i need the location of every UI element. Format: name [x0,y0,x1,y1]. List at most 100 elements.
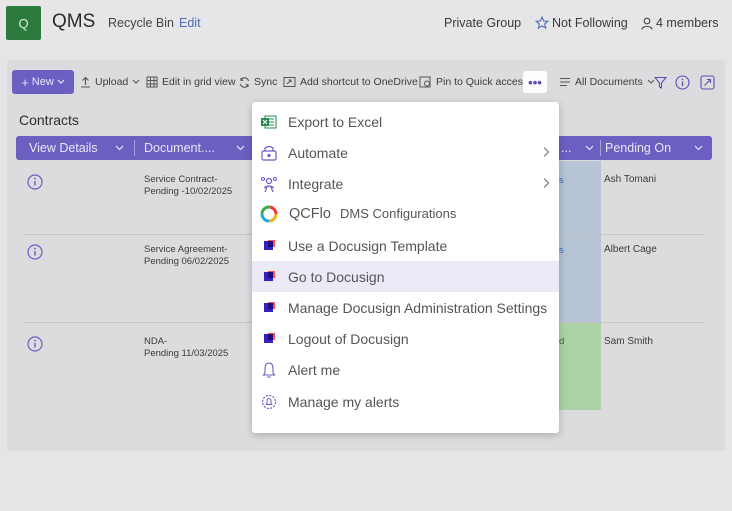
site-title[interactable]: QMS [52,11,95,33]
chevron-down-icon[interactable] [694,145,703,151]
shortcut-icon [283,77,296,87]
expand-icon[interactable] [700,75,715,90]
menu-item-label: Alert me [288,361,341,378]
more-actions-button[interactable]: ••• [523,71,547,93]
menu-item-automate[interactable]: Automate [252,137,559,168]
docusign-icon [264,271,275,281]
upload-button[interactable]: Upload [80,76,140,88]
document-line: Pending 11/03/2025 [144,348,229,359]
column-separator [134,140,135,156]
column-view-details[interactable]: View Details [29,141,98,155]
edit-grid-button[interactable]: Edit in grid view [146,76,236,88]
menu-item-dms-configurations[interactable]: QCFlo DMS Configurations [252,198,559,229]
menu-item-label: Automate [288,144,348,161]
info-icon[interactable] [27,336,43,352]
column-document[interactable]: Document.... [144,141,215,155]
status-text: s [559,245,564,256]
command-bar: + New Upload Edit in grid view Sync Add … [7,70,725,96]
pending-on-value: Ash Tomani [604,174,657,185]
document-line: Pending 06/02/2025 [144,256,230,267]
menu-item-label: Logout of Docusign [288,330,409,347]
sync-label: Sync [254,76,278,88]
members-label: 4 members [656,16,719,30]
pending-on-value: Albert Cage [604,244,657,255]
qcflo-icon [260,205,278,223]
private-group-label: Private Group [444,16,521,30]
document-name[interactable]: Service Agreement- Pending 06/02/2025 [144,244,229,268]
menu-item-manage-alerts[interactable]: Manage my alerts [252,386,559,417]
sync-button[interactable]: Sync [239,76,277,88]
pin-quick-access-button[interactable]: Pin to Quick access [419,76,528,88]
menu-item-label: Integrate [288,175,344,192]
document-name[interactable]: NDA- Pending 11/03/2025 [144,336,228,360]
recycle-bin-link[interactable]: Recycle Bin [108,16,174,30]
column-separator [600,140,601,156]
bell-icon [262,362,276,378]
upload-icon [81,76,90,88]
gear-bell-icon [261,394,277,410]
docusign-icon [264,333,275,343]
qcflo-brand: QCFlo [289,205,331,222]
add-shortcut-label: Add shortcut to OneDrive [300,76,418,88]
document-line: NDA- [144,336,168,347]
chevron-down-icon [132,79,140,84]
group-label: Private Group [444,16,522,30]
menu-item-export-excel[interactable]: Export to Excel [252,106,559,137]
automate-icon [261,145,277,161]
filter-icon[interactable] [654,76,667,89]
chevron-down-icon [57,79,65,84]
info-icon[interactable] [27,174,43,190]
docusign-icon [264,302,275,312]
info-icon[interactable] [675,75,690,90]
menu-item-logout-docusign[interactable]: Logout of Docusign [252,323,559,354]
column-status-partial[interactable]: ... [561,141,571,155]
pin-icon [419,76,431,88]
chevron-right-icon [543,178,550,188]
menu-item-label: Export to Excel [288,113,383,130]
upload-label: Upload [95,76,129,88]
document-line: Service Agreement- [144,244,228,255]
menu-item-use-docusign-template[interactable]: Use a Docusign Template [252,230,559,261]
more-actions-menu: Export to Excel Automate Integrate QCFlo… [252,102,559,433]
column-pending-on[interactable]: Pending On [605,141,671,155]
document-name[interactable]: Service Contract- Pending -10/02/2025 [144,174,232,198]
person-icon [641,17,653,30]
edit-grid-label: Edit in grid view [162,76,236,88]
docusign-icon [264,240,275,250]
chevron-down-icon[interactable] [236,145,245,151]
menu-item-alert-me[interactable]: Alert me [252,354,559,385]
info-icon[interactable] [27,244,43,260]
members-button[interactable]: 4 members [641,16,719,30]
excel-icon [261,115,277,129]
menu-item-label: Use a Docusign Template [288,237,448,254]
chevron-down-icon[interactable] [115,145,124,151]
edit-link[interactable]: Edit [179,16,201,30]
new-label: New [31,76,54,88]
plus-icon: + [21,74,29,90]
chevron-down-icon[interactable] [585,145,594,151]
integrate-icon [261,177,277,193]
pin-label: Pin to Quick access [436,76,529,88]
view-selector[interactable]: All Documents [559,76,655,88]
list-view-icon [560,77,570,87]
grid-icon [146,76,158,88]
view-label: All Documents [575,76,643,88]
status-text: s [559,175,564,186]
menu-item-go-to-docusign[interactable]: Go to Docusign [252,261,559,292]
follow-button[interactable]: Not Following [535,16,628,30]
menu-item-manage-docusign-admin[interactable]: Manage Docusign Administration Settings [252,292,559,323]
chevron-right-icon [543,147,550,157]
pending-on-value: Sam Smith [604,336,653,347]
list-title: Contracts [19,112,79,128]
status-text: d [559,336,565,347]
add-shortcut-button[interactable]: Add shortcut to OneDrive [283,76,418,88]
site-logo[interactable]: Q [6,6,41,40]
new-button[interactable]: + New [12,70,74,94]
menu-item-integrate[interactable]: Integrate [252,168,559,199]
menu-item-label: Manage Docusign Administration Settings [288,299,548,316]
site-header: Q QMS Recycle Bin Edit Private Group Not… [0,0,732,48]
sync-icon [239,76,250,88]
document-line: Pending -10/02/2025 [144,186,233,197]
menu-item-label: DMS Configurations [340,206,457,221]
menu-item-label: Go to Docusign [288,268,385,285]
